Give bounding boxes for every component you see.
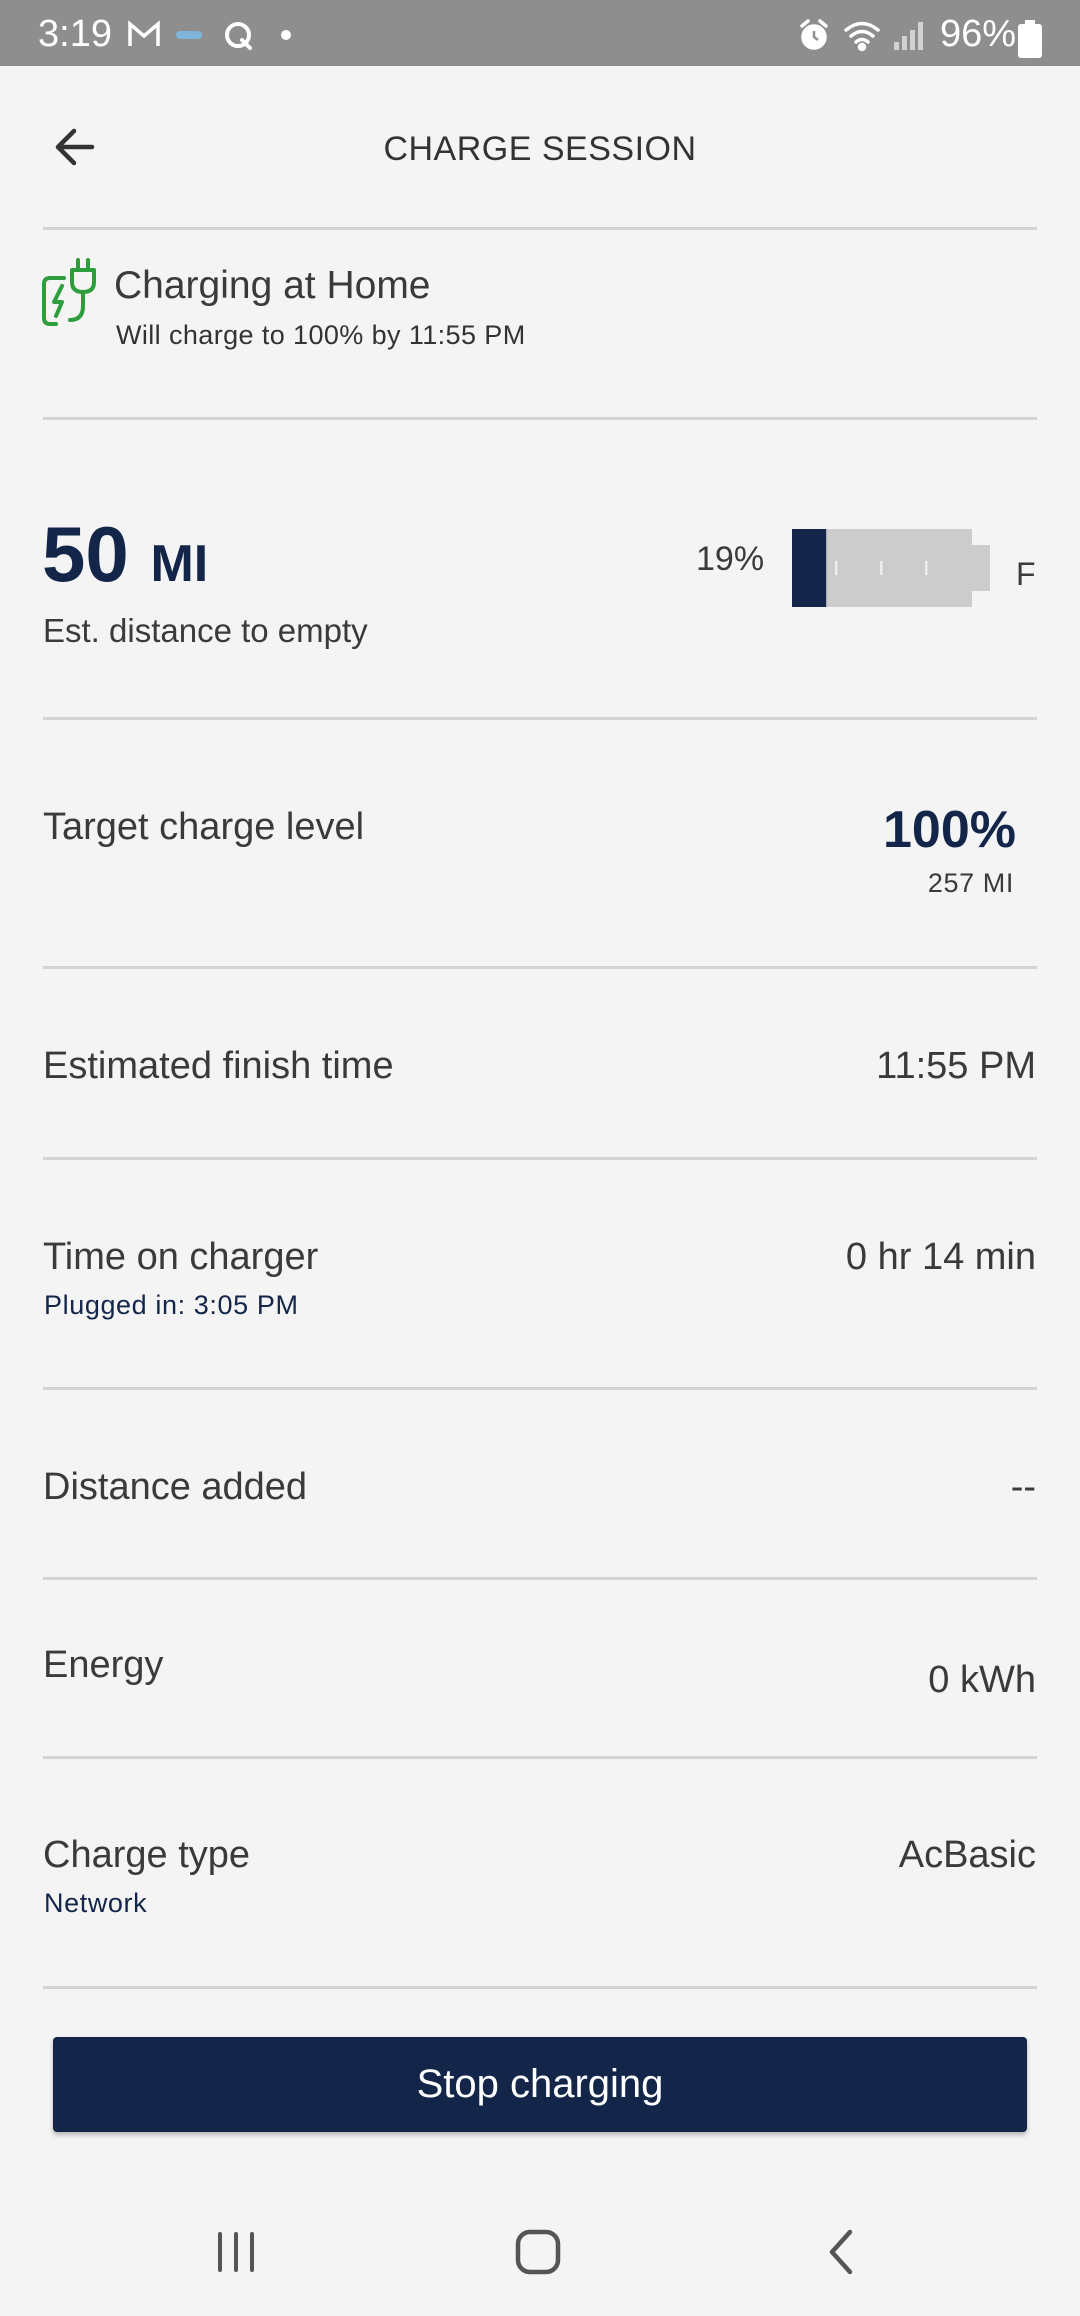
range-value: 50 MI xyxy=(42,512,208,606)
charge-type-label: Charge type xyxy=(43,1834,251,1876)
page-title: CHARGE SESSION xyxy=(383,130,697,168)
energy-value: 0 kWh xyxy=(928,1659,1036,1701)
divider xyxy=(43,717,1037,720)
notification-icons xyxy=(128,20,291,50)
charging-status-subtitle: Will charge to 100% by 11:55 PM xyxy=(116,320,526,350)
charging-status-title: Charging at Home xyxy=(114,264,431,307)
battery-fill xyxy=(792,529,827,607)
range-label: Est. distance to empty xyxy=(43,612,368,649)
stop-charging-button[interactable]: Stop charging xyxy=(53,2037,1027,2132)
distance-added-value: -- xyxy=(1010,1466,1036,1508)
charge-network-label: Network xyxy=(44,1888,148,1918)
status-battery-percent: 96% xyxy=(940,13,1017,55)
divider xyxy=(43,1986,1037,1989)
system-icons xyxy=(800,19,923,52)
battery-level-gauge xyxy=(792,529,990,607)
charge-type-value: AcBasic xyxy=(898,1834,1036,1876)
battery-full-label: F xyxy=(1016,556,1036,592)
range-unit: MI xyxy=(150,535,209,593)
divider xyxy=(43,1577,1037,1580)
battery-terminal xyxy=(972,545,990,591)
divider xyxy=(43,227,1037,230)
target-charge-value[interactable]: 100% xyxy=(883,800,1016,860)
quora-icon xyxy=(225,22,252,50)
distance-added-label: Distance added xyxy=(43,1466,308,1508)
recents-icon[interactable] xyxy=(214,2230,258,2274)
target-charge-range: 257 MI xyxy=(927,868,1014,898)
battery-percent: 19% xyxy=(696,540,765,578)
divider xyxy=(43,1387,1037,1390)
range-number: 50 xyxy=(42,510,129,598)
wifi-icon xyxy=(844,21,880,52)
divider xyxy=(43,1157,1037,1160)
divider xyxy=(43,966,1037,969)
link-icon xyxy=(176,31,202,39)
energy-label: Energy xyxy=(43,1644,164,1686)
status-time: 3:19 xyxy=(38,13,112,55)
target-charge-label: Target charge level xyxy=(43,806,365,848)
alarm-icon xyxy=(800,19,828,50)
home-icon[interactable] xyxy=(514,2228,562,2276)
back-nav-icon[interactable] xyxy=(822,2228,862,2276)
signal-icon xyxy=(894,22,923,50)
time-on-charger-label: Time on charger xyxy=(43,1236,319,1278)
status-bar: 3:19 96% xyxy=(0,0,1080,66)
plug-charging-icon xyxy=(42,258,96,326)
finish-time-label: Estimated finish time xyxy=(43,1045,394,1087)
divider xyxy=(43,1756,1037,1759)
battery-icon xyxy=(1018,20,1042,58)
dot-icon xyxy=(281,30,291,40)
plugged-in-time: Plugged in: 3:05 PM xyxy=(44,1290,299,1320)
divider xyxy=(43,417,1037,420)
finish-time-value: 11:55 PM xyxy=(876,1045,1036,1087)
time-on-charger-value: 0 hr 14 min xyxy=(845,1236,1036,1278)
gmail-icon xyxy=(128,20,160,46)
